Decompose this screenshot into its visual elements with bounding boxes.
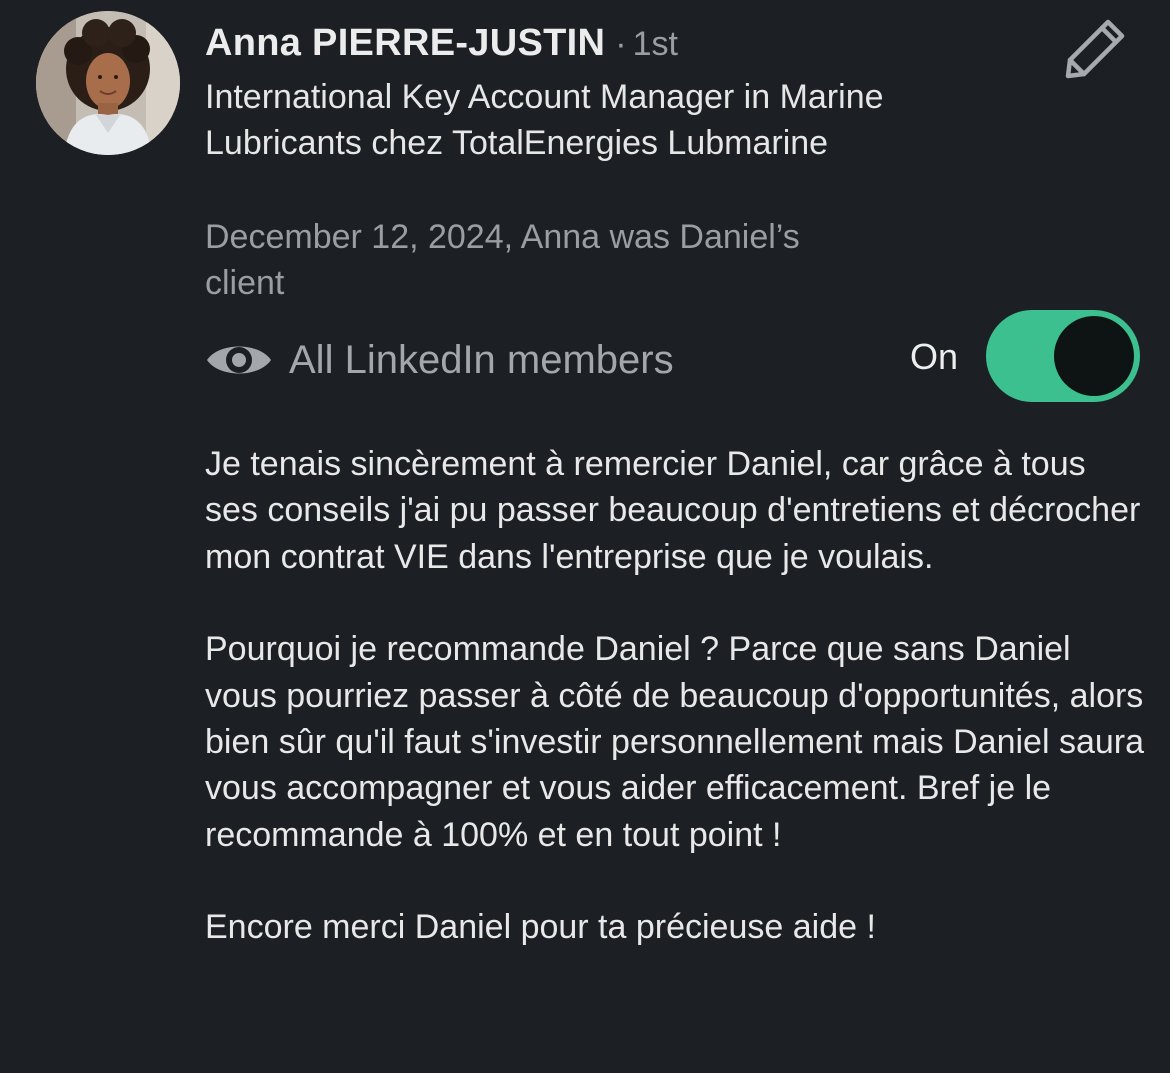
- recommendation-text: Je tenais sincèrement à remercier Daniel…: [205, 441, 1145, 951]
- name-line: Anna PIERRE-JUSTIN · 1st: [205, 22, 678, 65]
- connection-degree: 1st: [632, 25, 678, 63]
- visibility-toggle[interactable]: [986, 310, 1140, 402]
- relationship-info: December 12, 2024, Anna was Daniel’s cli…: [205, 218, 800, 302]
- recommender-name[interactable]: Anna PIERRE-JUSTIN: [205, 22, 605, 64]
- pencil-icon: [1065, 19, 1125, 79]
- recommender-headline: International Key Account Manager in Mar…: [205, 78, 884, 162]
- toggle-state-label: On: [910, 336, 959, 377]
- toggle-knob: [1054, 316, 1134, 396]
- recommendation-paragraph: Je tenais sincèrement à remercier Daniel…: [205, 445, 1141, 576]
- avatar[interactable]: [36, 11, 180, 155]
- edit-button[interactable]: [1062, 14, 1130, 82]
- visibility-selector[interactable]: All LinkedIn members: [205, 330, 674, 390]
- recommendation-paragraph: Encore merci Daniel pour ta précieuse ai…: [205, 908, 876, 947]
- eye-icon: [207, 346, 271, 374]
- degree-separator: ·: [615, 25, 627, 63]
- visibility-label: All LinkedIn members: [289, 337, 674, 382]
- recommendation-paragraph: Pourquoi je recommande Daniel ? Parce qu…: [205, 630, 1145, 854]
- avatar-photo: [36, 11, 180, 155]
